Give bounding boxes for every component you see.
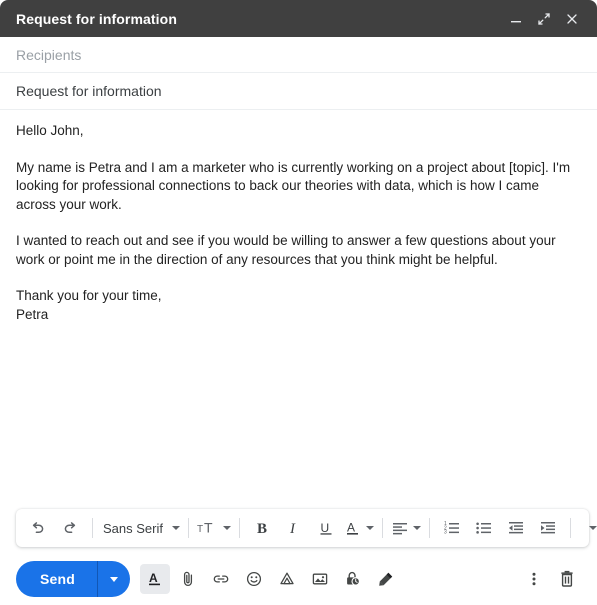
formatting-icon: A — [149, 571, 161, 586]
insert-emoji-button[interactable] — [239, 564, 269, 594]
font-family-label: Sans Serif — [103, 520, 163, 536]
bulleted-list-button[interactable] — [468, 514, 500, 542]
formatting-toolbar-wrapper: Sans Serif T T B I U A 1 2 3 — [0, 509, 597, 547]
recipients-placeholder: Recipients — [16, 46, 82, 63]
confidential-mode-button[interactable] — [338, 564, 368, 594]
svg-text:A: A — [149, 571, 158, 585]
toolbar-divider-5 — [428, 518, 430, 538]
underline-icon: U — [320, 521, 332, 535]
bold-icon: B — [257, 521, 267, 537]
body-closing-block: Thank you for your time, Petra — [16, 287, 581, 324]
insert-photo-button[interactable] — [305, 564, 335, 594]
formatting-toolbar: Sans Serif T T B I U A 1 2 3 — [16, 509, 597, 547]
compose-window: Request for information Recipients Reque… — [0, 0, 597, 605]
text-color-icon: A — [346, 521, 358, 535]
chevron-down-icon — [588, 526, 597, 530]
body-paragraph-2: I wanted to reach out and see if you wou… — [16, 233, 556, 267]
chevron-down-icon — [222, 526, 231, 530]
expand-icon — [538, 12, 550, 25]
close-icon — [567, 13, 577, 24]
bold-button[interactable]: B — [246, 514, 278, 542]
svg-text:T: T — [197, 524, 203, 535]
italic-button[interactable]: I — [278, 514, 310, 542]
indent-less-icon — [508, 522, 523, 534]
send-button[interactable]: Send — [16, 561, 97, 597]
italic-icon: I — [289, 521, 296, 537]
chevron-down-icon — [412, 526, 421, 530]
font-size-icon: T T — [197, 520, 213, 536]
chevron-down-icon — [365, 526, 374, 530]
font-family-selector[interactable]: Sans Serif — [99, 514, 182, 542]
svg-text:3: 3 — [444, 530, 447, 536]
insert-signature-button[interactable] — [371, 564, 401, 594]
svg-text:I: I — [289, 521, 296, 537]
underline-button[interactable]: U — [310, 514, 342, 542]
paperclip-icon — [183, 571, 193, 586]
pen-icon — [379, 572, 393, 586]
insert-drive-file-button[interactable] — [272, 564, 302, 594]
more-vertical-icon — [532, 572, 536, 586]
svg-text:T: T — [204, 520, 213, 536]
trash-icon — [561, 570, 573, 587]
formatting-options-button[interactable]: A — [140, 564, 171, 594]
compose-title: Request for information — [16, 10, 177, 27]
svg-text:B: B — [257, 521, 267, 537]
action-bar-right — [519, 564, 585, 594]
undo-button[interactable] — [22, 514, 54, 542]
body-paragraph-1: My name is Petra and I am a marketer who… — [16, 159, 571, 212]
toolbar-divider-6 — [569, 518, 571, 538]
send-group: Send — [16, 561, 131, 597]
recipients-field[interactable]: Recipients — [0, 37, 597, 73]
emoji-icon — [246, 571, 262, 587]
window-controls — [503, 6, 585, 32]
subject-field[interactable]: Request for information — [0, 73, 597, 110]
redo-icon — [64, 522, 76, 534]
subject-value: Request for information — [16, 83, 162, 99]
body-closing: Thank you for your time, — [16, 288, 162, 303]
toolbar-divider-4 — [381, 518, 383, 538]
numbered-list-button[interactable]: 1 2 3 — [436, 514, 468, 542]
body-greeting: Hello John, — [16, 123, 84, 138]
send-options-button[interactable] — [97, 561, 130, 597]
attach-files-button[interactable] — [173, 564, 203, 594]
toolbar-divider-1 — [92, 518, 93, 538]
close-button[interactable] — [559, 6, 585, 32]
svg-text:U: U — [320, 521, 329, 535]
align-selector[interactable] — [389, 514, 423, 542]
chevron-down-icon — [171, 526, 180, 530]
more-options-button[interactable] — [519, 564, 549, 594]
svg-text:A: A — [347, 521, 355, 535]
more-formatting-button[interactable] — [577, 514, 597, 542]
bulleted-list-icon — [476, 522, 491, 534]
font-size-selector[interactable]: T T — [195, 514, 233, 542]
indent-less-button[interactable] — [500, 514, 532, 542]
compose-title-bar: Request for information — [0, 0, 597, 37]
toolbar-divider-2 — [187, 518, 189, 538]
text-color-selector[interactable]: A — [342, 514, 376, 542]
indent-more-icon — [540, 522, 555, 534]
undo-icon — [32, 522, 44, 534]
photo-icon — [312, 573, 328, 585]
insert-link-button[interactable] — [206, 564, 236, 594]
compose-action-bar: Send A — [0, 553, 597, 605]
google-drive-icon — [280, 572, 294, 585]
indent-more-button[interactable] — [532, 514, 564, 542]
minimize-button[interactable] — [503, 6, 529, 32]
expand-button[interactable] — [531, 6, 557, 32]
toolbar-divider-3 — [238, 518, 240, 538]
align-left-icon — [392, 523, 407, 535]
discard-draft-button[interactable] — [552, 564, 582, 594]
minimize-icon — [511, 20, 521, 22]
redo-button[interactable] — [54, 514, 86, 542]
body-signature: Petra — [16, 306, 49, 322]
confidential-lock-clock-icon — [347, 571, 360, 586]
link-icon — [213, 575, 229, 583]
message-body[interactable]: Hello John, My name is Petra and I am a … — [0, 110, 597, 509]
chevron-down-icon — [110, 576, 119, 582]
numbered-list-icon: 1 2 3 — [444, 521, 459, 536]
